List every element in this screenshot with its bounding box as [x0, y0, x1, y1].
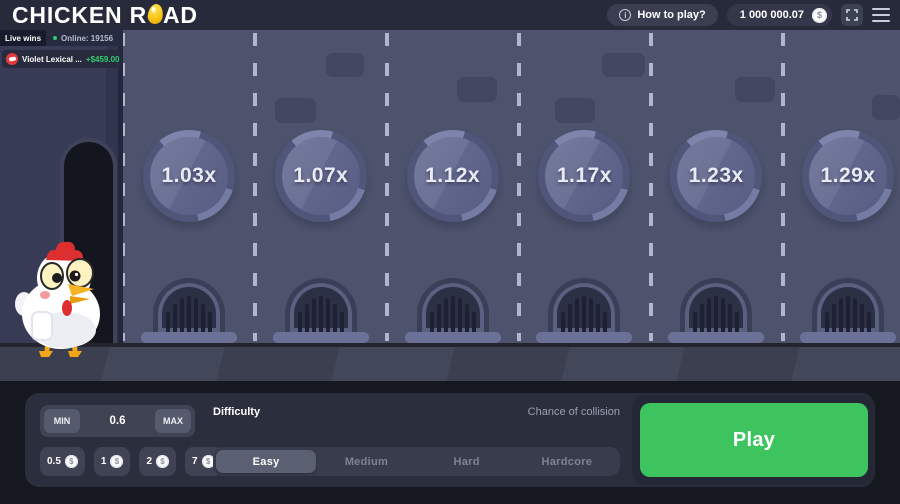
grate-icon	[812, 278, 884, 332]
grate-icon	[153, 278, 225, 332]
dollar-coin-icon: $	[812, 7, 827, 23]
multiplier-disc: 1.03x	[143, 130, 235, 222]
player-avatar	[6, 53, 18, 65]
difficulty-tabs: Easy Medium Hard Hardcore	[213, 447, 620, 476]
multiplier-label: 1.17x	[556, 164, 612, 187]
sidewalk-segment	[790, 347, 900, 381]
quick-bet-label: 0.5	[47, 456, 61, 467]
multiplier-disc-inner: 1.03x	[150, 137, 228, 215]
logo-text-right: AD	[162, 1, 198, 28]
lane-2: 1.07x	[255, 30, 387, 343]
multiplier-disc-inner: 1.12x	[413, 137, 492, 215]
lane-3: 1.12x	[387, 30, 519, 343]
sidewalk-segment	[560, 347, 690, 381]
chicken-character	[12, 238, 114, 367]
multiplier-disc: 1.23x	[670, 130, 763, 222]
sidewalk-segment	[675, 347, 805, 381]
grate-base	[536, 332, 633, 343]
win-amount: +$459.00	[85, 54, 120, 64]
chicken-road-app: CHICKEN R AD i How to play? 1 000 000.07 …	[0, 0, 900, 504]
multiplier-disc-inner: 1.23x	[677, 137, 756, 215]
game-field: 1.03x 1.07x 1.12x 1.17x 1.23x 1.29x	[0, 30, 900, 381]
header-controls: i How to play? 1 000 000.07 $	[607, 4, 900, 26]
fullscreen-button[interactable]	[841, 4, 863, 26]
grate-icon	[416, 278, 489, 332]
quick-bet-row: 0.5 $1 $2 $7 $	[40, 447, 222, 476]
sidewalk-segment	[215, 347, 345, 381]
quick-bet-label: 2	[146, 456, 153, 467]
difficulty-tab-hardcore[interactable]: Hardcore	[517, 450, 617, 473]
difficulty-tab-medium[interactable]: Medium	[316, 450, 416, 473]
multiplier-disc: 1.17x	[538, 130, 631, 222]
hamburger-menu-icon[interactable]	[872, 4, 890, 26]
bet-amount-box: MIN 0.6 MAX	[40, 405, 195, 437]
multiplier-disc: 1.07x	[274, 130, 367, 222]
info-icon: i	[619, 9, 632, 21]
grate-base	[272, 332, 369, 343]
balance-display: 1 000 000.07 $	[726, 4, 832, 26]
how-to-play-button[interactable]: i How to play?	[607, 4, 718, 26]
balance-value: 1 000 000.07	[739, 9, 804, 21]
quick-bet-button-2[interactable]: 2 $	[139, 447, 177, 476]
quick-bet-label: 1	[100, 456, 107, 467]
live-wins-bar: Live wins Online: 19156	[0, 30, 123, 46]
difficulty-tab-hard[interactable]: Hard	[417, 450, 517, 473]
sidewalk	[0, 343, 900, 381]
max-bet-button[interactable]: MAX	[155, 409, 191, 433]
multiplier-label: 1.29x	[820, 164, 876, 187]
sidewalk-segment	[100, 347, 230, 381]
multiplier-disc-inner: 1.17x	[545, 137, 624, 215]
grate-icon	[548, 278, 621, 332]
header: CHICKEN R AD i How to play? 1 000 000.07 …	[0, 0, 900, 30]
online-dot-icon	[53, 36, 58, 40]
multiplier-disc: 1.29x	[802, 130, 894, 222]
play-button[interactable]: Play	[640, 403, 868, 477]
difficulty-tab-easy[interactable]: Easy	[216, 450, 317, 473]
multiplier-label: 1.12x	[425, 164, 481, 187]
grate-base	[668, 332, 765, 343]
grate-base	[141, 332, 237, 343]
lane-6: 1.29x	[782, 30, 900, 343]
how-to-play-label: How to play?	[637, 9, 706, 21]
grate-base	[800, 332, 896, 343]
multiplier-label: 1.23x	[688, 164, 744, 187]
multiplier-disc-inner: 1.29x	[809, 137, 887, 215]
sidewalk-segment	[330, 347, 460, 381]
dollar-coin-icon: $	[156, 455, 170, 468]
live-win-row: Violet Lexical ... +$459.00	[2, 50, 122, 68]
egg-icon	[146, 2, 165, 26]
quick-bet-button-1[interactable]: 1 $	[93, 447, 131, 476]
player-name: Violet Lexical ...	[22, 54, 82, 64]
grate-icon	[284, 278, 357, 332]
lane-4: 1.17x	[518, 30, 650, 343]
chance-of-collision-label: Chance of collision	[527, 406, 620, 418]
live-wins-tab[interactable]: Live wins	[0, 30, 47, 46]
sidewalk-segment	[445, 347, 575, 381]
control-panel: MIN 0.6 MAX 0.5 $1 $2 $7 $ Difficulty Ch…	[25, 393, 875, 487]
multiplier-label: 1.03x	[161, 164, 217, 187]
multiplier-disc-inner: 1.07x	[281, 137, 360, 215]
bet-amount-value[interactable]: 0.6	[80, 415, 155, 427]
dollar-coin-icon: $	[110, 455, 124, 468]
multiplier-disc: 1.12x	[406, 130, 499, 222]
grate-base	[404, 332, 501, 343]
lane-1: 1.03x	[123, 30, 255, 343]
multiplier-label: 1.07x	[293, 164, 349, 187]
grate-icon	[680, 278, 753, 332]
quick-bet-button-0.5[interactable]: 0.5 $	[40, 447, 85, 476]
logo-text-left: CHICKEN R	[12, 1, 147, 28]
min-bet-button[interactable]: MIN	[44, 409, 80, 433]
dollar-coin-icon: $	[64, 455, 78, 468]
online-count: Online: 19156	[61, 33, 114, 43]
app-logo: CHICKEN R AD	[12, 2, 198, 29]
quick-bet-label: 7	[192, 456, 198, 467]
fullscreen-icon	[846, 9, 858, 21]
lane-5: 1.23x	[650, 30, 782, 343]
difficulty-label: Difficulty	[213, 406, 261, 418]
